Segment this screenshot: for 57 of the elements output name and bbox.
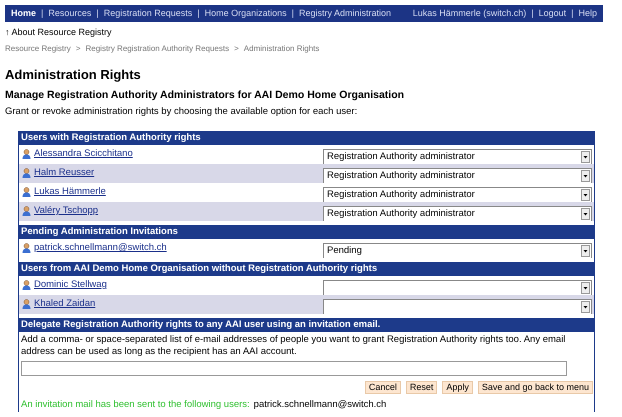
role-select[interactable]: Registration Authority administrator — [323, 168, 592, 184]
user-name: Lukas Hämmerle (switch.ch) — [412, 6, 526, 20]
user-link[interactable]: Lukas Hämmerle — [34, 185, 106, 200]
form-button[interactable]: Apply — [442, 381, 473, 394]
breadcrumb-link[interactable]: Administration Rights — [244, 42, 320, 54]
nav-link[interactable]: Help — [578, 6, 597, 20]
nav-separator: | — [570, 6, 574, 20]
form-button[interactable]: Cancel — [364, 381, 401, 394]
nav-link[interactable]: Home Organizations — [204, 6, 287, 20]
nav-link[interactable]: Resources — [48, 6, 92, 20]
user-link[interactable]: Dominic Stellwag — [34, 278, 107, 292]
role-select[interactable]: Registration Authority administrator — [323, 187, 592, 203]
nav-link[interactable]: Home — [11, 6, 36, 20]
user-icon — [22, 299, 31, 310]
role-select[interactable]: Registration Authority administrator — [323, 149, 592, 165]
form-button[interactable]: Reset — [406, 381, 438, 394]
nav-separator: | — [530, 6, 535, 20]
role-select[interactable] — [323, 299, 592, 315]
invite-description: Add a comma- or space-separated list of e-mail addresses of people you want to grant Registration Authority rights too. Any email address can be used as long as the recipient has an AAI account. — [20, 333, 566, 357]
user-link[interactable]: Valéry Tschopp — [34, 204, 98, 218]
section-header: Pending Administration Invitations — [19, 225, 594, 239]
user-icon — [22, 168, 31, 178]
recipient-list: patrick.schnellmann@switch.ch — [254, 398, 386, 412]
form-button[interactable]: Save and go back to menu — [478, 381, 593, 394]
user-link[interactable]: patrick.schnellmann@switch.ch — [34, 241, 167, 256]
nav-separator: | — [40, 6, 44, 20]
user-link[interactable]: Khaled Zaidan — [34, 297, 96, 312]
intro-text: Grant or revoke administration rights by choosing the available option for each user: — [5, 104, 358, 119]
section-header: Delegate Registration Authority rights to any AAI user using an invitation email. — [19, 318, 594, 332]
nav-link[interactable]: Registration Requests — [104, 6, 192, 20]
breadcrumb-link[interactable]: Resource Registry — [5, 42, 71, 54]
email-field[interactable] — [21, 361, 567, 376]
breadcrumb-separator: > — [234, 42, 239, 54]
section-header: Users from AAI Demo Home Organisation without Registration Authority rights — [19, 262, 594, 276]
nav-link[interactable]: Registry Administration — [299, 6, 392, 20]
user-icon — [22, 206, 31, 216]
user-icon — [22, 280, 31, 290]
about-link[interactable]: About Resource Registry — [12, 26, 112, 40]
user-icon — [22, 243, 31, 254]
role-select[interactable]: Pending — [323, 243, 592, 259]
role-select[interactable]: Registration Authority administrator — [323, 206, 592, 222]
breadcrumb-separator: > — [76, 42, 80, 54]
section-header: Users with Registration Authority rights — [19, 131, 594, 145]
role-select[interactable] — [323, 280, 592, 296]
user-icon — [22, 187, 31, 198]
page-title: Administration Rights — [5, 66, 142, 84]
nav-link[interactable]: Logout — [538, 6, 566, 20]
nav-separator: | — [196, 6, 201, 20]
user-link[interactable]: Halm Reusser — [34, 166, 94, 180]
up-arrow-icon: ↑ — [5, 26, 10, 40]
nav-separator: | — [95, 6, 100, 20]
user-link[interactable]: Alessandra Scicchitano — [34, 147, 133, 162]
page-subtitle: Manage Registration Authority Administrators for AAI Demo Home Organisation — [5, 88, 406, 103]
breadcrumb-link[interactable]: Registry Registration Authority Requests — [85, 42, 230, 54]
success-message: An invitation mail has been sent to the following users: — [21, 398, 250, 412]
user-icon — [22, 149, 31, 160]
nav-separator: | — [290, 6, 296, 20]
